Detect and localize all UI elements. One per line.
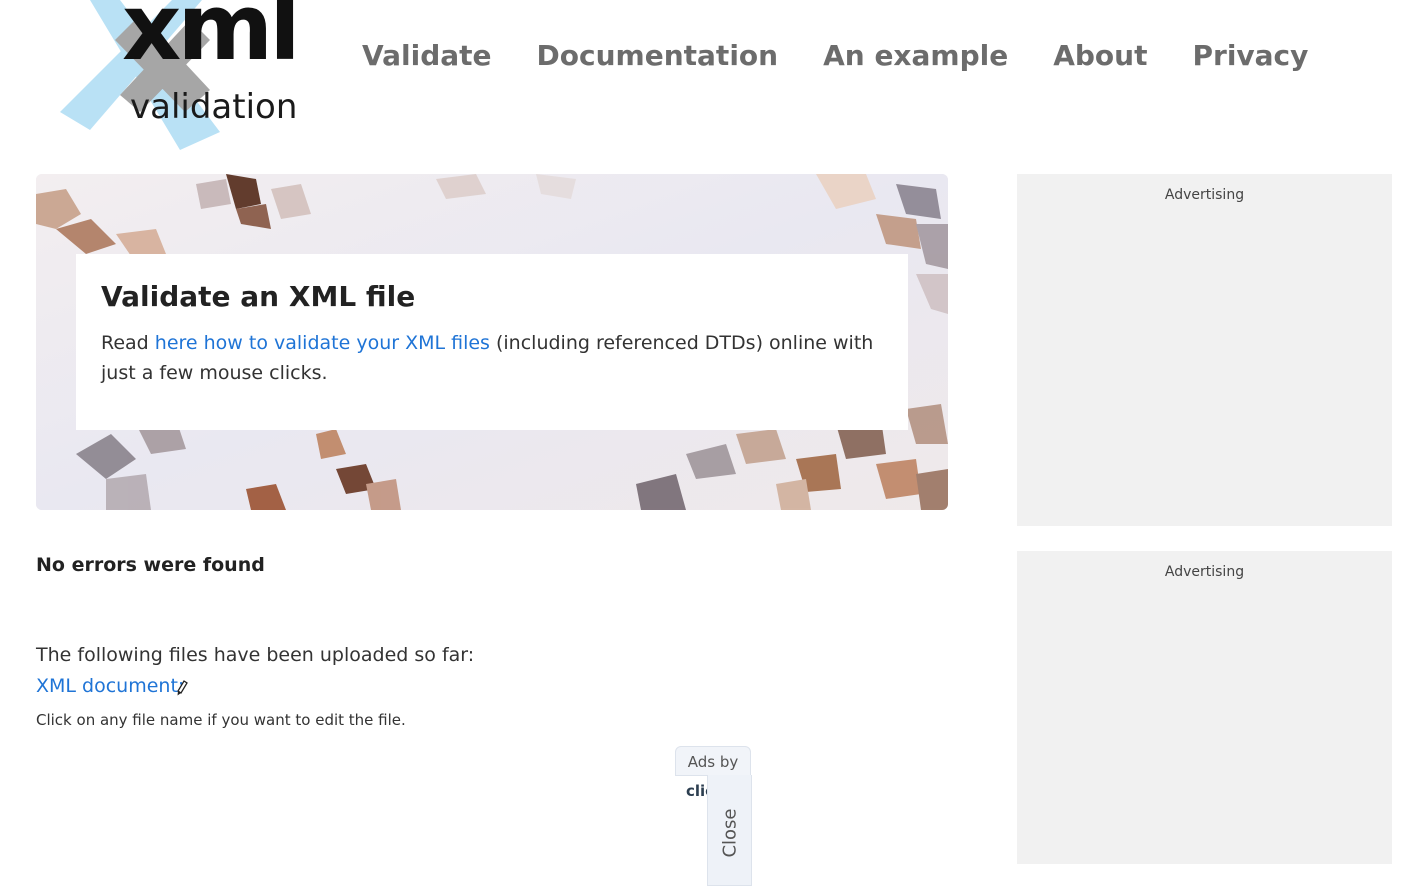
nav-about[interactable]: About [1053,38,1147,78]
sidebar-ad-bottom[interactable]: Advertising [1017,551,1392,864]
main-navigation: Validate Documentation An example About … [362,38,1353,78]
hero-description: Read here how to validate your XML files… [101,328,883,388]
nav-privacy[interactable]: Privacy [1192,38,1308,78]
how-to-validate-link[interactable]: here how to validate your XML files [155,332,490,354]
hero-text-before: Read [101,332,155,354]
hero-card: Validate an XML file Read here how to va… [76,254,908,430]
hero-banner: Validate an XML file Read here how to va… [36,174,948,510]
logo-xml-text: xml [122,0,301,81]
ads-by-badge[interactable]: Ads by [675,746,751,776]
ads-brand-text[interactable]: clickio [686,782,708,800]
close-ad-label: Close [719,808,740,858]
nav-an-example[interactable]: An example [823,38,1008,78]
pencil-icon[interactable] [176,680,188,696]
validation-status: No errors were found [36,554,265,576]
nav-documentation[interactable]: Documentation [537,38,779,78]
edit-file-hint: Click on any file name if you want to ed… [36,711,406,729]
page-title: Validate an XML file [101,280,416,313]
xml-document-link[interactable]: XML document: [36,675,184,697]
advertising-label: Advertising [1164,187,1245,203]
advertising-label: Advertising [1164,564,1245,580]
site-logo[interactable]: xml validation [60,0,310,155]
nav-validate[interactable]: Validate [362,38,492,78]
sidebar-ad-top[interactable]: Advertising [1017,174,1392,526]
close-ad-button[interactable]: Close [707,775,752,886]
uploaded-files-heading: The following files have been uploaded s… [36,644,475,666]
logo-validation-text: validation [130,87,298,127]
